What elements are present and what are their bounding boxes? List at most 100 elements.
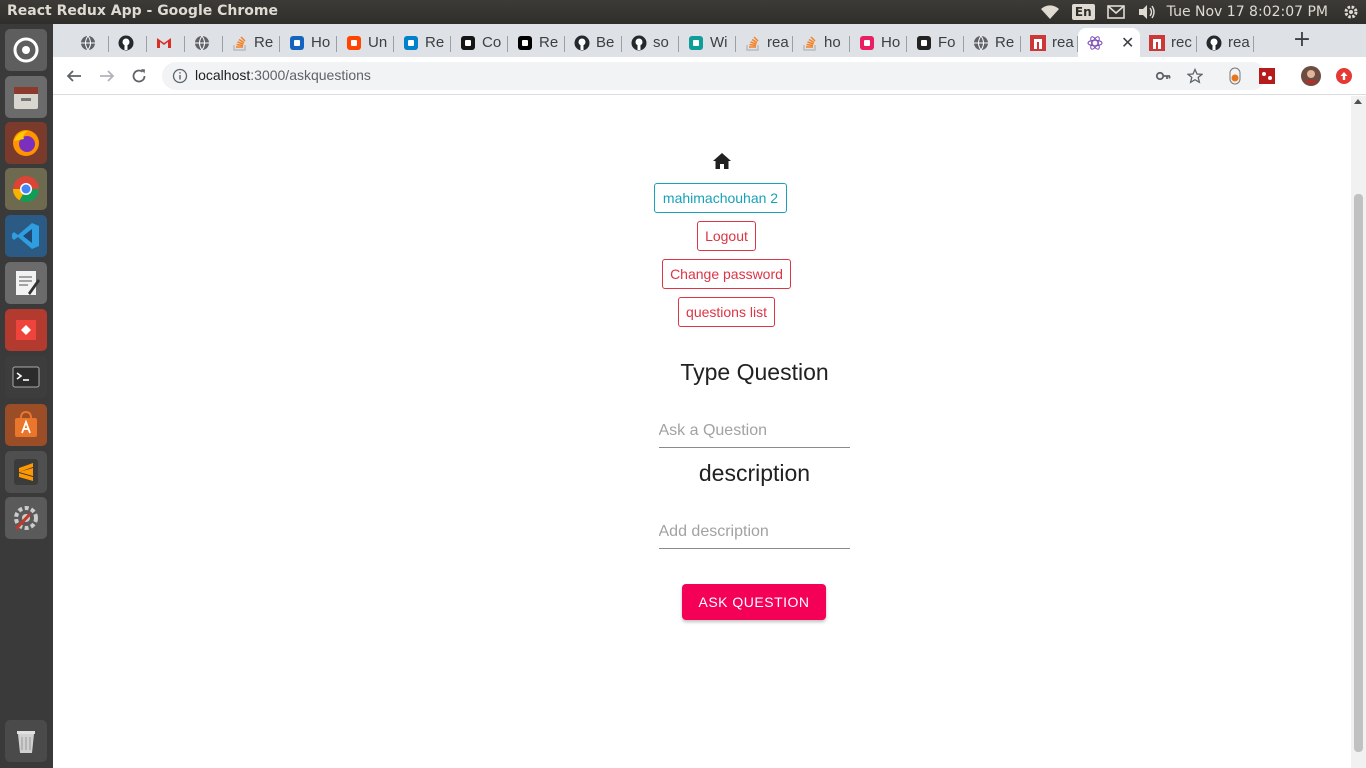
browser-tab[interactable]: Ho: [280, 28, 337, 57]
browser-tab[interactable]: rea: [736, 28, 793, 57]
browser-tab-title: Fo: [938, 34, 956, 51]
files-icon[interactable]: [5, 76, 47, 118]
browser-tab-title: so: [653, 34, 669, 51]
system-settings-icon[interactable]: [5, 497, 47, 539]
vscode-icon[interactable]: [5, 215, 47, 257]
question-input-row: [53, 418, 1351, 448]
question-heading: Type Question: [680, 359, 829, 385]
browser-tab[interactable]: Co: [451, 28, 508, 57]
globe-icon: [80, 35, 96, 51]
tab-close-icon[interactable]: ✕: [1121, 33, 1134, 53]
tab-separator: [1253, 36, 1254, 52]
new-tab-button[interactable]: +: [1292, 28, 1312, 52]
browser-tab[interactable]: [109, 28, 147, 57]
keyboard-layout-label: En: [1071, 4, 1095, 20]
browser-tab[interactable]: ✕: [1078, 28, 1140, 57]
browser-tab[interactable]: rec: [1140, 28, 1197, 57]
dash-icon[interactable]: [5, 29, 47, 71]
extension-red-icon[interactable]: [1257, 66, 1277, 86]
browser-toolbar: localhost:3000/askquestions: [53, 57, 1366, 95]
linux-icon: [916, 35, 932, 51]
browser-tab[interactable]: Re: [964, 28, 1021, 57]
wikipedia-icon: [688, 35, 704, 51]
browser-tab[interactable]: [71, 28, 109, 57]
monitor-icon: [289, 35, 305, 51]
volume-icon[interactable]: [1131, 0, 1163, 24]
extension-toggle-icon[interactable]: [1225, 66, 1245, 86]
browser-tab-title: Re: [254, 34, 274, 51]
software-center-icon[interactable]: [5, 404, 47, 446]
browser-tab-title: Re: [539, 34, 559, 51]
browser-tab-title: Re: [995, 34, 1015, 51]
chrome-icon[interactable]: [5, 168, 47, 210]
description-input[interactable]: [658, 519, 850, 549]
browser-tab[interactable]: ho: [793, 28, 850, 57]
logout-button[interactable]: Logout: [697, 221, 756, 251]
globe-icon: [194, 35, 210, 51]
browser-tab[interactable]: Re: [223, 28, 280, 57]
mail-icon[interactable]: [1101, 0, 1131, 24]
clock[interactable]: Tue Nov 17 8:02:07 PM: [1163, 4, 1336, 20]
browser-tab-title: Un: [368, 34, 388, 51]
browser-tab[interactable]: [147, 28, 185, 57]
play-icon: [859, 35, 875, 51]
browser-tab[interactable]: Un: [337, 28, 394, 57]
react-icon: [1087, 35, 1103, 51]
trash-icon[interactable]: [5, 720, 47, 762]
settings-gear-icon[interactable]: [1336, 0, 1366, 24]
browser-tab-strip: Re Ho Un Re Co Re Be so Wi rea ho Ho Fo Re rea ✕ rec rea: [53, 24, 1366, 57]
description-heading-row: description: [53, 460, 1351, 487]
terminal-icon[interactable]: [5, 356, 47, 398]
sublime-text-icon[interactable]: [5, 451, 47, 493]
browser-tab[interactable]: Fo: [907, 28, 964, 57]
browser-tab-title: Co: [482, 34, 502, 51]
browser-tab[interactable]: rea: [1021, 28, 1078, 57]
update-icon[interactable]: [1334, 66, 1354, 86]
npm-icon: [1030, 34, 1046, 51]
wifi-icon[interactable]: [1034, 0, 1066, 24]
browser-tab[interactable]: Wi: [679, 28, 736, 57]
site-info-icon[interactable]: [172, 68, 188, 84]
back-icon[interactable]: [62, 64, 86, 88]
description-input-row: [53, 519, 1351, 549]
profile-avatar-icon[interactable]: [1301, 66, 1321, 86]
browser-tab-title: rec: [1171, 34, 1192, 51]
bookmark-star-icon[interactable]: [1187, 68, 1203, 84]
github-icon: [574, 35, 590, 51]
github-icon: [1206, 35, 1222, 51]
change-password-button[interactable]: Change password: [662, 259, 791, 289]
page-viewport: mahimachouhan 2 Logout Change password q…: [53, 96, 1366, 768]
ask-question-button[interactable]: ASK QUESTION: [682, 584, 826, 620]
key-icon[interactable]: [1155, 68, 1171, 84]
user-profile-button[interactable]: mahimachouhan 2: [653, 183, 788, 213]
question-input[interactable]: [658, 418, 850, 448]
anydesk-icon[interactable]: [5, 309, 47, 351]
ubuntu-top-panel: React Redux App - Google Chrome En Tue N…: [0, 0, 1366, 24]
page-scrollbar[interactable]: [1351, 96, 1366, 768]
scrollbar-thumb[interactable]: [1354, 194, 1363, 752]
browser-tab[interactable]: rea: [1197, 28, 1254, 57]
browser-tab[interactable]: Re: [394, 28, 451, 57]
text-editor-icon[interactable]: [5, 262, 47, 304]
browser-tab[interactable]: Ho: [850, 28, 907, 57]
url-host: localhost: [195, 67, 251, 83]
ubuntu-launcher: [0, 24, 53, 768]
stackoverflow-icon: [802, 35, 818, 51]
browser-tab[interactable]: Be: [565, 28, 622, 57]
browser-tab[interactable]: Re: [508, 28, 565, 57]
browser-tab[interactable]: [185, 28, 223, 57]
browser-tab-title: ho: [824, 34, 841, 51]
keyboard-layout-indicator[interactable]: En: [1066, 0, 1101, 24]
address-bar[interactable]: localhost:3000/askquestions: [162, 62, 1266, 90]
browser-tab[interactable]: so: [622, 28, 679, 57]
home-icon[interactable]: [712, 152, 732, 174]
github-icon: [118, 35, 134, 51]
reload-icon[interactable]: [127, 64, 151, 88]
questions-list-button[interactable]: questions list: [678, 297, 775, 327]
question-heading-row: Type Question: [53, 359, 1351, 386]
scroll-up-arrow-icon[interactable]: [1354, 99, 1362, 104]
forward-icon[interactable]: [95, 64, 119, 88]
browser-tab-title: rea: [767, 34, 789, 51]
firefox-icon[interactable]: [5, 122, 47, 164]
description-heading: description: [698, 460, 811, 486]
